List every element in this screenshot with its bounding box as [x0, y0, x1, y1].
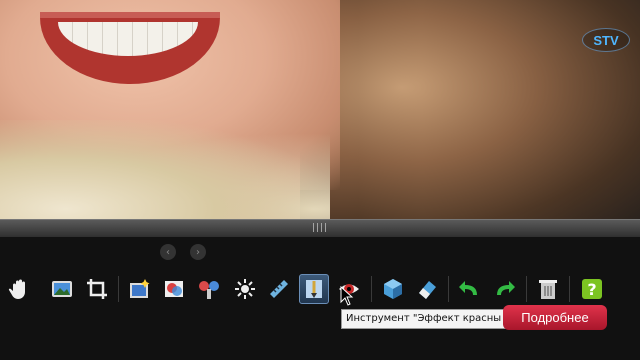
- photo-canvas: STV: [0, 0, 640, 219]
- straighten-icon: [270, 280, 288, 298]
- toolbar-separator: [448, 276, 449, 302]
- enhance-tool-button[interactable]: [125, 274, 155, 304]
- straighten-tool-button[interactable]: [264, 274, 294, 304]
- tooltip: Инструмент "Эффект красны: [341, 309, 507, 329]
- channel-logo: STV: [582, 28, 630, 52]
- nav-next-button[interactable]: ›: [190, 244, 206, 260]
- svg-text:?: ?: [587, 280, 596, 299]
- photo-fur-collar: [0, 120, 330, 219]
- retouch-tool-button[interactable]: [194, 274, 224, 304]
- crop-icon: [87, 279, 107, 299]
- help-icon: ?: [582, 279, 602, 299]
- splitter-grip-icon[interactable]: ||||: [312, 223, 328, 233]
- delete-button[interactable]: [533, 274, 563, 304]
- color-tool-button[interactable]: [160, 274, 190, 304]
- eraser-tool-button[interactable]: [412, 274, 442, 304]
- brightness-icon: [235, 279, 255, 299]
- eraser-icon: [419, 281, 436, 299]
- more-info-button[interactable]: Подробнее: [503, 305, 607, 330]
- cube-tool-button[interactable]: [378, 274, 408, 304]
- brush-tool-button[interactable]: [299, 274, 329, 304]
- trash-icon: [539, 280, 557, 299]
- rotate-left-button[interactable]: [454, 274, 484, 304]
- toolbar-separator: [526, 276, 527, 302]
- brightness-tool-button[interactable]: [230, 274, 260, 304]
- image-tool-button[interactable]: [47, 274, 77, 304]
- help-button[interactable]: ?: [577, 274, 607, 304]
- panel-splitter[interactable]: ||||: [0, 219, 640, 237]
- hand-tool-button[interactable]: [4, 274, 34, 304]
- rotate-right-button[interactable]: [490, 274, 520, 304]
- toolbar-separator: [371, 276, 372, 302]
- cube-icon: [384, 279, 402, 299]
- hand-icon: [8, 279, 25, 299]
- enhance-icon: [130, 279, 150, 298]
- color-icon: [165, 281, 183, 297]
- rotate-left-icon: [459, 281, 477, 295]
- rotate-right-icon: [497, 281, 515, 295]
- nav-prev-button[interactable]: ‹: [160, 244, 176, 260]
- brush-icon: [306, 280, 322, 298]
- toolbar-separator: [569, 276, 570, 302]
- toolbar-separator: [118, 276, 119, 302]
- retouch-icon: [199, 281, 219, 299]
- image-icon: [52, 281, 72, 297]
- crop-tool-button[interactable]: [82, 274, 112, 304]
